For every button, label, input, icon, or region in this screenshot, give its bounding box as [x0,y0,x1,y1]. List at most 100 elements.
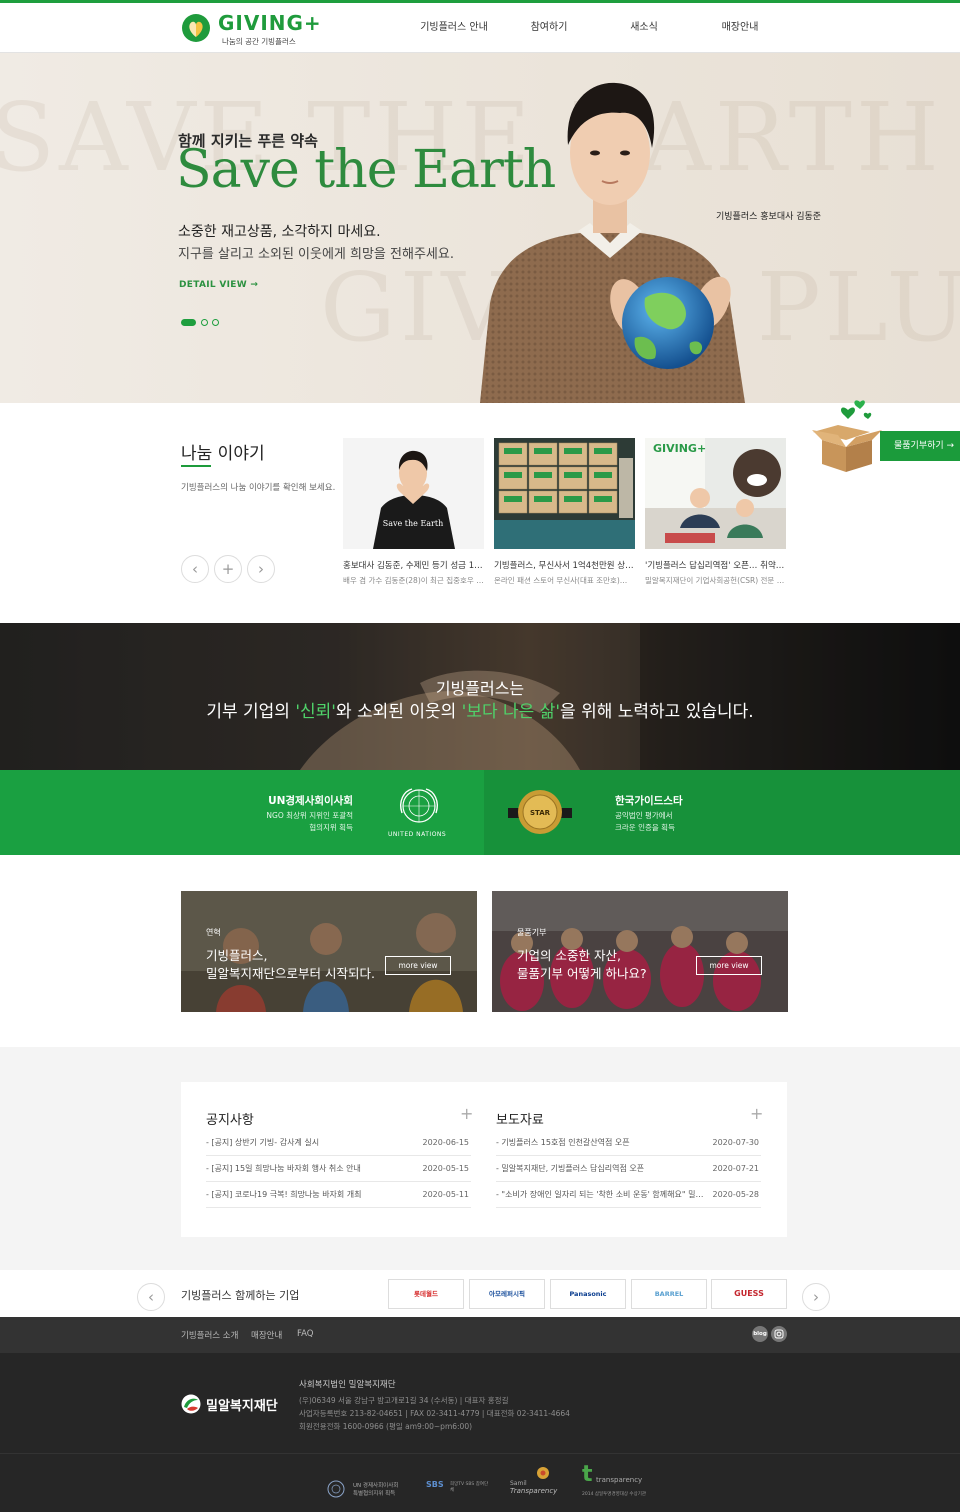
partner-logo[interactable]: 아모레퍼시픽 [469,1279,545,1309]
award-samil: Samil Transparency [510,1466,570,1500]
press-item-date: 2020-05-28 [712,1190,760,1199]
award-sbs: SBS 희망TV SBS 참여단체 [426,1480,496,1498]
award-transparency-label: 2014 삼일투명경영대상 수상기관 [582,1492,646,1497]
guidestar-badge-icon: STAR [508,790,572,834]
nav-about[interactable]: 기빙플러스 안내 [404,3,504,53]
award-samil-name: Samil [510,1480,527,1487]
guidestar-line2: 크라운 인증을 획득 [615,823,675,832]
slider-pagination [181,319,241,329]
story-image: Save the Earth [343,438,484,549]
promo-heading: 기빙플러스, [206,948,268,963]
partners-next-button[interactable]: › [802,1283,830,1311]
footer-org: 사회복지법인 밀알복지재단 [299,1380,396,1390]
plus-icon: + [221,560,235,578]
ambassador-caption: 기빙플러스 홍보대사 김동준 [716,212,822,222]
award-un-line2: 특별협의지위 획득 [353,1491,396,1497]
partner-logo[interactable]: Panasonic [550,1279,626,1309]
logo-wordmark: GIVING+ [218,11,322,35]
notice-item[interactable]: - [공지] 코로나19 극복! 희망나눔 바자회 개최 2020-05-11 [206,1182,471,1208]
story-title: 기빙플러스, 무신사서 1억4천만원 상… [494,561,634,571]
stories-more-button[interactable]: + [214,555,242,583]
notice-item[interactable]: - [공지] 상반기 기빙- 감사계 실시 2020-06-15 [206,1130,471,1156]
mission-intro: 기빙플러스는 [435,679,525,698]
un-cert-title: UN경제사회이사회 [268,795,353,807]
partner-logo[interactable]: 롯데월드 [388,1279,464,1309]
more-view-button[interactable]: more view [696,956,762,975]
press-item[interactable]: - 밀알복지재단, 기빙플러스 답십리역점 오픈 2020-07-21 [496,1156,761,1182]
award-un: UN 경제사회이사회 특별협의지위 획득 [326,1478,406,1500]
story-card[interactable]: 기빙플러스, 무신사서 1억4천만원 상… 온라인 패션 스토어 무신사(대표 … [494,438,635,588]
footer-link-stores[interactable]: 매장안내 [251,1329,282,1341]
nav-news[interactable]: 새소식 [594,3,694,53]
stories-next-button[interactable]: › [247,555,275,583]
footer-nav [0,1317,960,1353]
footer-divider [0,1453,960,1454]
stories-prev-button[interactable]: ‹ [181,555,209,583]
un-cert-line1: NGO 최상위 지위인 포괄적 [266,811,353,820]
award-un-line1: UN 경제사회이사회 [353,1483,399,1489]
press-item-date: 2020-07-30 [712,1138,760,1147]
slider-dot[interactable] [212,319,219,326]
donate-items-button[interactable]: 물품기부하기 → [880,431,960,461]
chevron-right-icon: › [258,560,264,578]
notice-item-title: - [공지] 15일 희망나눔 바자회 행사 취소 안내 [206,1164,361,1173]
partners-prev-button[interactable]: ‹ [137,1283,165,1311]
story-card[interactable]: Save the Earth 홍보대사 김동준, 수제민 등기 성금 1… 배우… [343,438,484,588]
notice-item[interactable]: - [공지] 15일 희망나눔 바자회 행사 취소 안내 2020-05-15 [206,1156,471,1182]
award-sbs-label: 희망TV SBS 참여단체 [450,1482,489,1493]
mission-highlight-life: '보다 나은 삶' [461,702,561,722]
transparency-t-icon: t [582,1462,593,1487]
press-more-icon[interactable]: + [750,1104,763,1123]
story-image [494,438,635,549]
award-sbs-mark: SBS [426,1480,444,1489]
partner-logo[interactable]: GUESS [711,1279,787,1309]
title-underline [181,465,211,467]
notice-item-date: 2020-06-15 [422,1138,470,1147]
history-promo[interactable]: 연혁 기빙플러스, 밀알복지재단으로부터 시작되다. more view [181,891,477,1012]
blog-icon[interactable]: blog [752,1326,768,1342]
board-box: 공지사항 + - [공지] 상반기 기빙- 감사계 실시 2020-06-15 -… [181,1082,787,1237]
slider-dot-active[interactable] [181,319,196,326]
more-view-button[interactable]: more view [385,956,451,975]
instagram-icon[interactable] [771,1326,787,1342]
hero-subline: 지구를 살리고 소외된 이웃에게 희망을 전해주세요. [178,247,454,262]
press-title: 보도자료 [496,1113,544,1128]
story-card[interactable]: GIVING+ '기빙플러스 답십리역점' 오픈… 취약… 밀알복지재단이 기업… [645,438,786,588]
detail-view-link[interactable]: DETAIL VIEW → [179,280,258,290]
nav-participate[interactable]: 참여하기 [499,3,599,53]
promo-heading: 기업의 소중한 자산, [517,948,621,963]
hero-title: Save the Earth [176,140,556,200]
press-item-title: - "소비가 장애인 일자리 되는 '착한 소비 운동' 함께해요" 밀… [496,1190,704,1199]
mission-text: 을 위해 노력하고 있습니다. [560,702,754,722]
footer-link-about[interactable]: 기빙플러스 소개 [181,1329,238,1341]
notice-item-date: 2020-05-15 [422,1164,470,1173]
foundation-name: 밀알복지재단 [206,1399,278,1414]
chevron-left-icon: ‹ [148,1288,154,1306]
award-transparency: t transparency 2014 삼일투명경영대상 수상기관 [582,1462,652,1500]
un-emblem-icon [400,788,438,823]
nav-stores[interactable]: 매장안내 [690,3,790,53]
guidestar-line1: 공익법인 평가에서 [615,811,673,820]
chevron-left-icon: ‹ [192,560,198,578]
shirt-text: Save the Earth [383,519,444,528]
donation-guide-promo[interactable]: 물품기부 기업의 소중한 자산, 물품기부 어떻게 하나요? more view [492,891,788,1012]
heart-logo-icon [182,14,210,42]
footer-link-faq[interactable]: FAQ [297,1329,313,1339]
un-cert-line2: 협의지위 획득 [309,823,353,832]
promo-heading-2: 물품기부 어떻게 하나요? [517,966,647,981]
press-item-title: - 밀알복지재단, 기빙플러스 답십리역점 오픈 [496,1164,645,1173]
stories-title: 나눔 이야기 [181,444,265,464]
notice-more-icon[interactable]: + [460,1104,473,1123]
un-emblem-label: UNITED NATIONS [388,831,447,838]
logo-tagline: 나눔의 공간 기빙플러스 [222,37,296,46]
partner-logo[interactable]: BARREL [631,1279,707,1309]
un-certification: UN경제사회이사회 NGO 최상위 지위인 포괄적 협의지위 획득 UNITED… [0,770,484,855]
story-title: 홍보대사 김동준, 수제민 등기 성금 1… [343,561,483,571]
promo-heading-2: 밀알복지재단으로부터 시작되다. [206,966,375,981]
giving-plus-logo[interactable]: GIVING+ 나눔의 공간 기빙플러스 [180,11,322,47]
guidestar-title: 한국가이드스타 [615,795,683,807]
press-item[interactable]: - 기빙플러스 15호점 인천갈산역점 오픈 2020-07-30 [496,1130,761,1156]
notice-item-date: 2020-05-11 [422,1190,470,1199]
press-item[interactable]: - "소비가 장애인 일자리 되는 '착한 소비 운동' 함께해요" 밀… 202… [496,1182,761,1208]
slider-dot[interactable] [201,319,208,326]
